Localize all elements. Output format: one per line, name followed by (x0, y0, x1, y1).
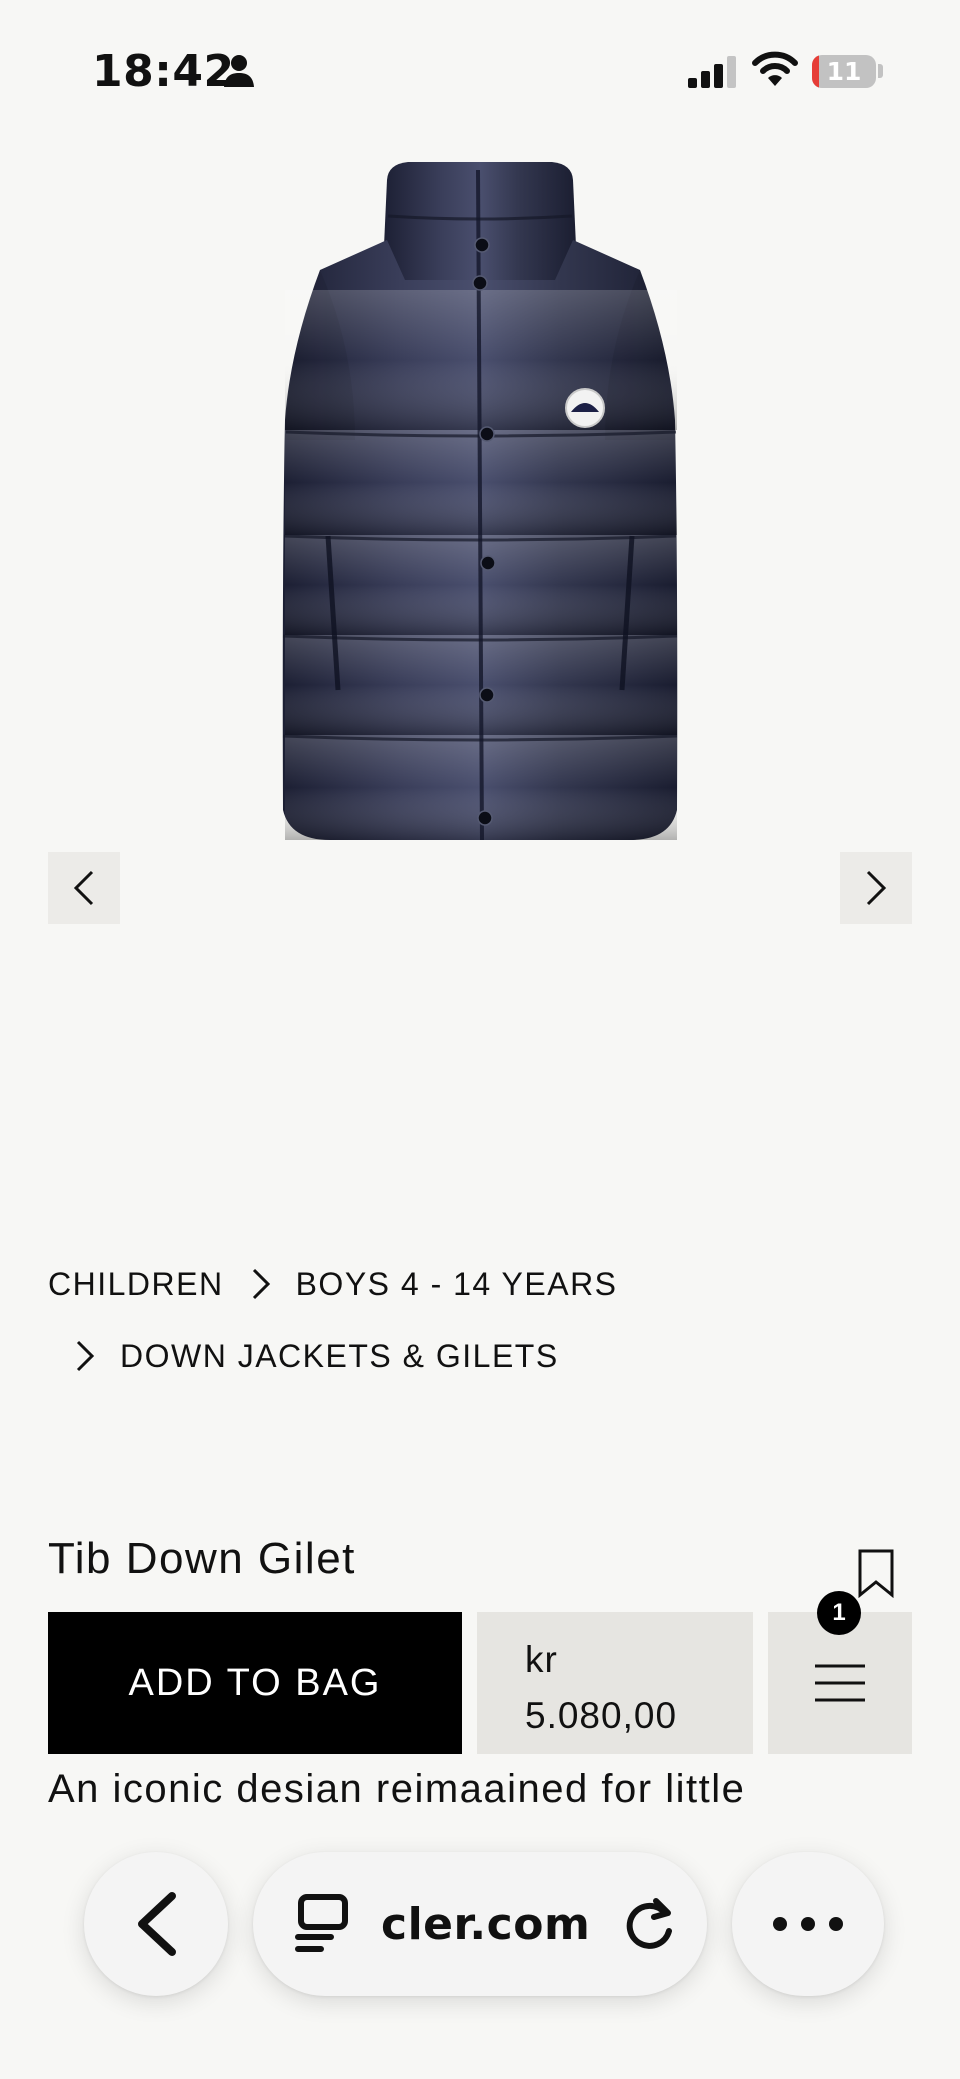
status-time: 18:42 (92, 46, 235, 97)
person-icon (224, 55, 254, 87)
gallery-prev-button[interactable] (48, 852, 120, 924)
down-gilet-product-image[interactable] (260, 150, 700, 850)
breadcrumb-item-down-jackets[interactable]: DOWN JACKETS & GILETS (120, 1338, 559, 1375)
wifi-icon (752, 51, 798, 86)
cellular-signal-icon (688, 56, 736, 88)
back-chevron-icon (138, 1892, 176, 1956)
product-title: Tib Down Gilet (48, 1534, 356, 1583)
reload-icon[interactable] (622, 1895, 676, 1953)
hamburger-menu-icon (815, 1664, 865, 1702)
gallery-next-button[interactable] (840, 852, 912, 924)
battery-percentage: 11 (826, 57, 862, 86)
chevron-right-icon (252, 1268, 270, 1300)
price-currency: kr (525, 1639, 558, 1680)
chevron-right-icon (866, 870, 887, 906)
breadcrumb-item-boys[interactable]: BOYS 4 - 14 YEARS (296, 1266, 618, 1303)
browser-address-bar[interactable]: cler.com (253, 1852, 707, 1996)
breadcrumb: CHILDREN BOYS 4 - 14 YEARS DOWN JACKETS … (48, 1262, 928, 1406)
chevron-left-icon (73, 870, 94, 906)
status-bar: 18:42 11 (0, 0, 960, 140)
menu-badge: 1 (817, 1591, 861, 1635)
browser-back-button[interactable] (84, 1852, 228, 1996)
bookmark-icon[interactable] (856, 1548, 896, 1598)
price-value: 5.080,00 (525, 1695, 678, 1736)
browser-url: cler.com (381, 1898, 591, 1950)
add-to-bag-button[interactable]: ADD TO BAG (48, 1612, 462, 1754)
browser-more-button[interactable] (732, 1852, 884, 1996)
battery-nub (878, 64, 883, 78)
chevron-right-icon (76, 1340, 95, 1372)
breadcrumb-row: DOWN JACKETS & GILETS (48, 1334, 928, 1378)
battery-indicator: 11 (812, 55, 876, 88)
more-dots-icon (773, 1917, 843, 1931)
reader-tabs-icon (295, 1894, 348, 1952)
price-display: kr 5.080,00 (477, 1612, 753, 1754)
breadcrumb-row: CHILDREN BOYS 4 - 14 YEARS (48, 1262, 928, 1306)
breadcrumb-item-children[interactable]: CHILDREN (48, 1266, 224, 1303)
